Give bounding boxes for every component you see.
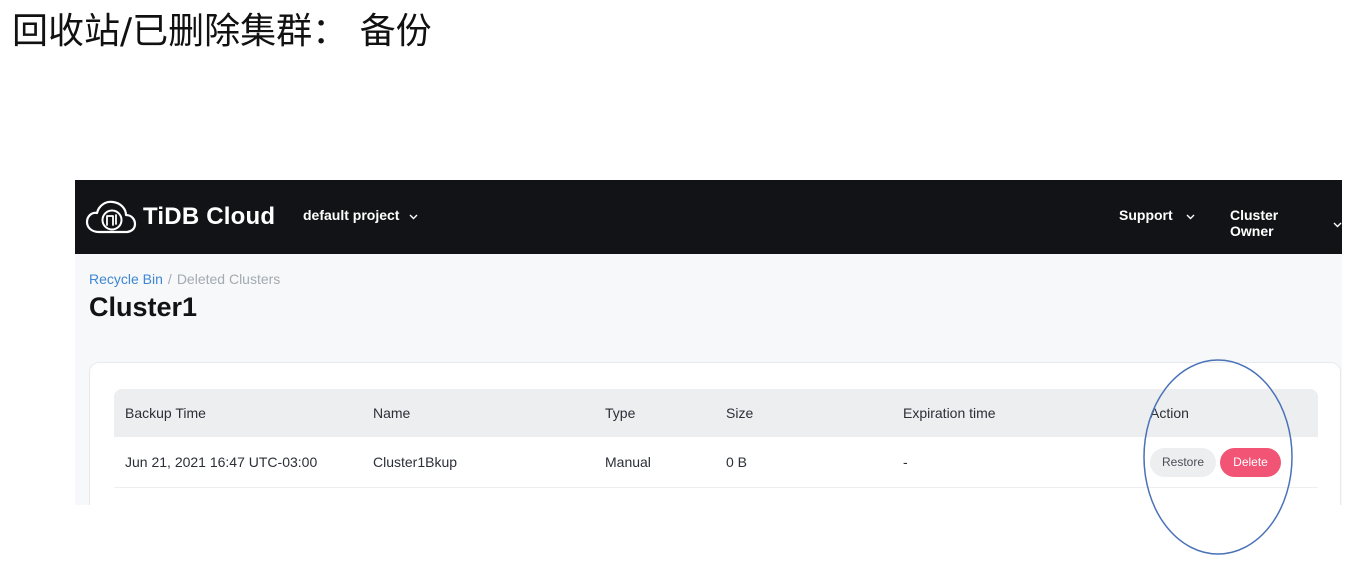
cloud-logo-icon — [85, 200, 137, 234]
action-cell: Restore Delete — [1150, 437, 1281, 487]
breadcrumb-separator: / — [167, 271, 172, 287]
backup-name-cell: Cluster1Bkup — [373, 454, 458, 470]
support-menu-label: Support — [1119, 207, 1173, 223]
backups-card: Backup Time Name Type Size Expiration ti… — [89, 362, 1341, 505]
backup-time-cell: Jun 21, 2021 16:47 UTC-03:00 — [125, 454, 318, 470]
breadcrumb-current: Deleted Clusters — [176, 271, 281, 287]
column-header-size: Size — [726, 405, 754, 421]
breadcrumb-recycle-bin-link[interactable]: Recycle Bin — [89, 271, 163, 287]
project-selector-label: default project — [303, 207, 400, 223]
project-selector[interactable]: default project — [303, 207, 418, 223]
tidb-cloud-window: TiDB Cloud default project Support Clust… — [75, 180, 1342, 505]
expiration-time-cell: - — [903, 454, 908, 470]
table-row: Jun 21, 2021 16:47 UTC-03:00 Cluster1Bku… — [114, 437, 1318, 488]
backup-type-cell: Manual — [605, 454, 651, 470]
chevron-down-icon — [409, 207, 418, 223]
user-menu-label: Cluster Owner — [1230, 207, 1279, 239]
table-header: Backup Time Name Type Size Expiration ti… — [114, 389, 1318, 437]
column-header-backup-time: Backup Time — [125, 405, 206, 421]
page-title: Cluster1 — [89, 292, 198, 322]
top-navigation-bar: TiDB Cloud default project Support Clust… — [75, 180, 1342, 254]
restore-button[interactable]: Restore — [1150, 447, 1216, 477]
column-header-name: Name — [373, 405, 411, 421]
backup-size-cell: 0 B — [726, 454, 748, 470]
user-menu[interactable]: Cluster Owner — [1230, 207, 1342, 239]
column-header-action: Action — [1150, 405, 1189, 421]
slide-title: 回收站/已删除集群： 备份 — [12, 11, 432, 52]
tidb-cloud-logo[interactable]: TiDB Cloud — [85, 196, 275, 238]
column-header-expiration-time: Expiration time — [903, 405, 996, 421]
backups-table: Backup Time Name Type Size Expiration ti… — [114, 389, 1318, 488]
column-header-type: Type — [605, 405, 636, 421]
breadcrumb: Recycle Bin / Deleted Clusters — [89, 271, 280, 287]
chevron-down-icon — [1333, 215, 1342, 231]
logo-text: TiDB Cloud — [143, 203, 276, 230]
support-menu[interactable]: Support — [1119, 207, 1195, 223]
chevron-down-icon — [1186, 207, 1195, 223]
delete-button[interactable]: Delete — [1220, 447, 1281, 477]
